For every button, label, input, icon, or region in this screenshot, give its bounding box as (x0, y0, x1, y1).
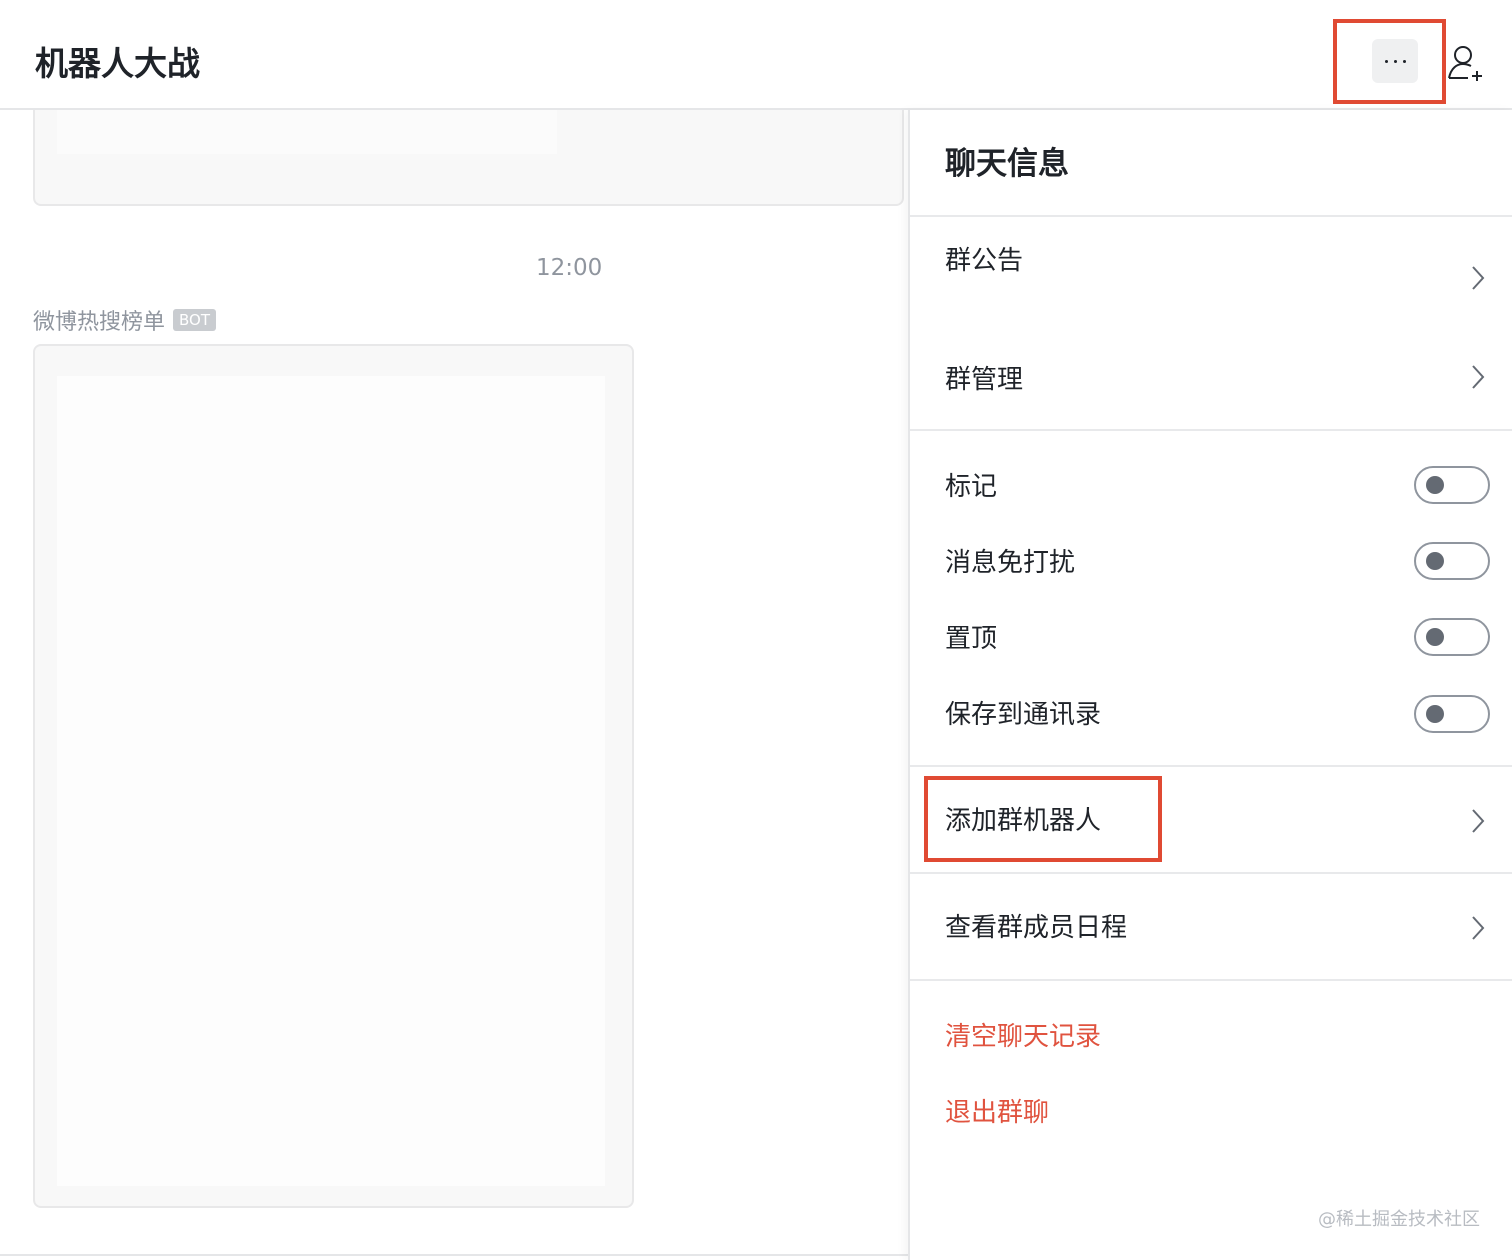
row-label: 退出群聊 (945, 1098, 1050, 1128)
chevron-right-icon (1472, 916, 1485, 940)
group-management-row[interactable]: 群管理 (910, 335, 1512, 425)
bot-message-card (33, 344, 634, 1208)
row-label: 清空聊天记录 (945, 1022, 1102, 1052)
chat-info-panel: 聊天信息 群公告 群管理 标记 消息免打扰 置顶 保存到通讯录 添加群机器人 查… (908, 110, 1512, 1260)
add-member-button[interactable] (1446, 42, 1484, 82)
toggle-knob (1426, 705, 1444, 723)
mute-label: 消息免打扰 (945, 548, 1076, 578)
message-card-content (57, 110, 557, 154)
message-card (33, 110, 904, 206)
divider (0, 1254, 908, 1256)
bot-message-content (57, 376, 605, 1186)
save-contacts-toggle[interactable] (1414, 695, 1490, 733)
divider (910, 429, 1512, 431)
toggle-knob (1426, 628, 1444, 646)
leave-group-row[interactable]: 退出群聊 (910, 1082, 1512, 1152)
chevron-right-icon (1472, 266, 1485, 290)
mark-label: 标记 (945, 472, 998, 502)
group-announcement-row[interactable]: 群公告 (910, 215, 1512, 323)
message-timestamp: 12:00 (536, 255, 603, 281)
sender-info: 微博热搜榜单 BOT (33, 304, 217, 336)
row-label: 群管理 (945, 365, 1024, 395)
row-label: 群公告 (945, 246, 1024, 276)
toggle-knob (1426, 476, 1444, 494)
chat-area: 12:00 微博热搜榜单 BOT (0, 110, 908, 1260)
pin-toggle[interactable] (1414, 618, 1490, 656)
mark-toggle[interactable] (1414, 466, 1490, 504)
chevron-right-icon (1472, 809, 1485, 833)
view-schedule-row[interactable]: 查看群成员日程 (910, 874, 1512, 978)
chevron-right-icon (1472, 365, 1485, 389)
chat-header: 机器人大战 (0, 0, 1512, 110)
pin-label: 置顶 (945, 624, 998, 654)
highlight-box-add-bot (924, 776, 1162, 862)
bot-badge: BOT (173, 309, 217, 331)
sender-name[interactable]: 微博热搜榜单 (33, 304, 165, 336)
panel-title: 聊天信息 (945, 146, 1069, 182)
add-member-icon (1448, 46, 1482, 81)
divider (910, 979, 1512, 981)
mute-toggle[interactable] (1414, 542, 1490, 580)
save-contacts-label: 保存到通讯录 (945, 700, 1102, 730)
chat-title: 机器人大战 (35, 44, 200, 83)
highlight-box-more (1333, 19, 1446, 104)
row-label: 查看群成员日程 (945, 913, 1128, 943)
clear-history-row[interactable]: 清空聊天记录 (910, 1005, 1512, 1075)
unused (558, 154, 578, 184)
watermark: @稀土掘金技术社区 (1318, 1209, 1480, 1230)
toggle-knob (1426, 552, 1444, 570)
